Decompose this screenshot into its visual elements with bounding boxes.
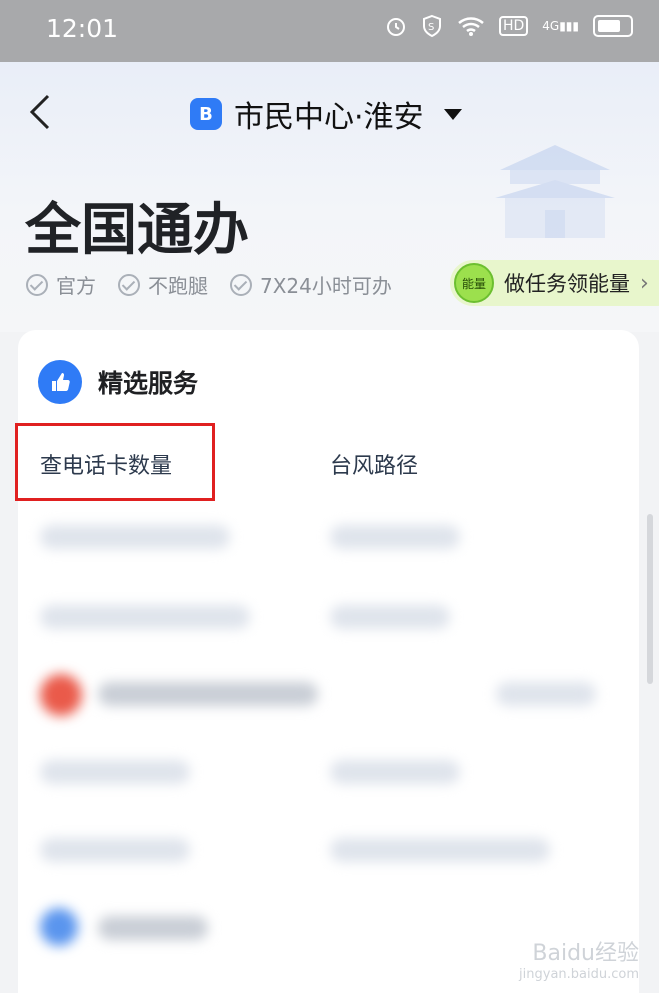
chevron-down-icon <box>443 108 462 120</box>
header-title-selector[interactable]: B 市民中心·淮安 <box>190 92 462 136</box>
badge-item: 官方 <box>26 270 96 299</box>
avatar <box>40 908 78 946</box>
battery-icon <box>593 15 633 37</box>
placeholder-item <box>330 605 450 629</box>
status-icons: S HD 4G▮▮▮ <box>385 14 633 38</box>
alarm-icon <box>386 18 405 36</box>
hd-icon: HD <box>498 16 529 36</box>
badge-list: 官方 不跑腿 7X24小时可办 <box>26 270 392 299</box>
badge-item: 7X24小时可办 <box>230 270 392 299</box>
watermark-line2: jingyan.baidu.com <box>519 967 639 983</box>
svg-text:S: S <box>428 22 434 33</box>
check-circle-icon <box>230 273 252 296</box>
placeholder-item <box>496 682 596 706</box>
badge-label: 不跑腿 <box>148 274 208 298</box>
placeholder-item <box>330 525 460 549</box>
placeholder-item <box>330 838 550 862</box>
placeholder-item <box>40 605 250 629</box>
wifi-icon <box>458 17 484 36</box>
watermark-line1: Baidu经验 <box>532 941 639 967</box>
palace-gate-icon <box>495 145 615 238</box>
badge-label: 官方 <box>56 274 96 298</box>
placeholder-item <box>98 682 318 706</box>
placeholder-item <box>40 838 190 862</box>
badge-item: 不跑腿 <box>118 270 208 299</box>
check-circle-icon <box>118 273 140 296</box>
service-item-typhoon-path[interactable]: 台风路径 <box>330 448 418 480</box>
app-title: 市民中心·淮安 <box>234 100 424 135</box>
energy-icon: 能量 <box>454 263 494 303</box>
shield-icon: S <box>422 14 441 38</box>
check-circle-icon <box>26 273 48 296</box>
network-label: 4G <box>542 19 560 33</box>
back-icon[interactable] <box>22 92 62 132</box>
section-header: 精选服务 <box>38 360 198 404</box>
badge-label: 7X24小时可办 <box>260 274 392 298</box>
energy-label: 做任务领能量 <box>504 272 630 296</box>
status-bar: 12:01 S HD 4G▮▮▮ <box>0 0 659 62</box>
annotation-highlight-box <box>15 423 215 501</box>
scrollbar[interactable] <box>647 514 653 684</box>
app-logo-icon: B <box>190 98 222 130</box>
watermark: Baidu经验 jingyan.baidu.com <box>519 941 639 983</box>
chevron-right-icon: › <box>640 270 649 296</box>
avatar <box>40 674 82 716</box>
placeholder-item <box>330 760 460 784</box>
placeholder-item <box>40 760 190 784</box>
signal-4g-icon: 4G▮▮▮ <box>542 19 579 33</box>
placeholder-item <box>98 916 208 940</box>
placeholder-item <box>40 525 230 549</box>
section-title: 精选服务 <box>98 369 199 398</box>
status-time: 12:01 <box>46 14 119 43</box>
thumbs-up-icon <box>38 360 82 404</box>
page-title: 全国通办 <box>25 198 249 263</box>
energy-task-button[interactable]: 能量 做任务领能量 › <box>450 260 659 306</box>
